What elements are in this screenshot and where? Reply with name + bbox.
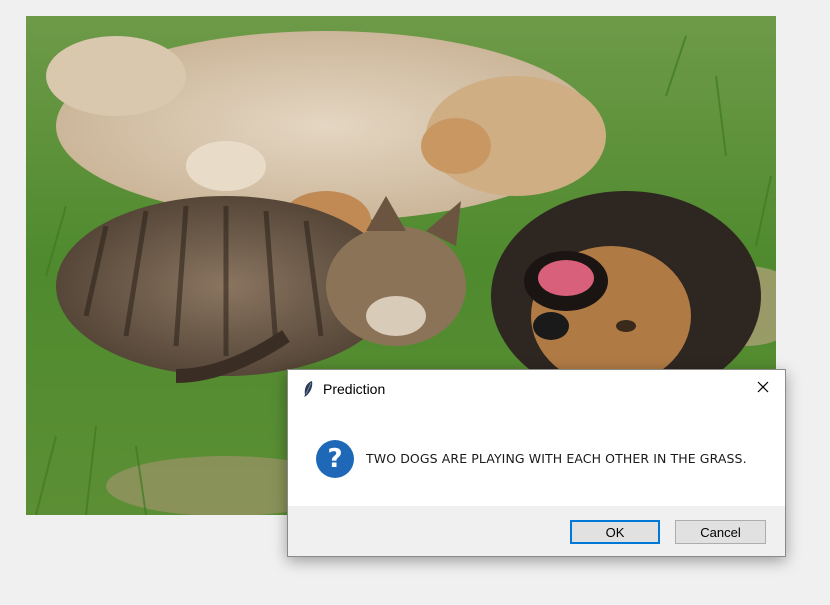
cancel-button[interactable]: Cancel	[675, 520, 766, 544]
dialog-title: Prediction	[323, 381, 386, 397]
question-icon: ?	[316, 440, 354, 478]
dialog-message: TWO DOGS ARE PLAYING WITH EACH OTHER IN …	[366, 451, 747, 466]
dialog-content: ? TWO DOGS ARE PLAYING WITH EACH OTHER I…	[288, 408, 785, 506]
dialog-titlebar[interactable]: Prediction	[288, 370, 785, 408]
feather-icon	[302, 380, 314, 398]
close-icon	[757, 380, 769, 398]
close-button[interactable]	[741, 370, 785, 408]
ok-button[interactable]: OK	[570, 520, 660, 544]
dialog-footer: OK Cancel	[288, 506, 785, 556]
prediction-dialog: Prediction ? TWO DOGS ARE PLAYING WITH E…	[287, 369, 786, 557]
